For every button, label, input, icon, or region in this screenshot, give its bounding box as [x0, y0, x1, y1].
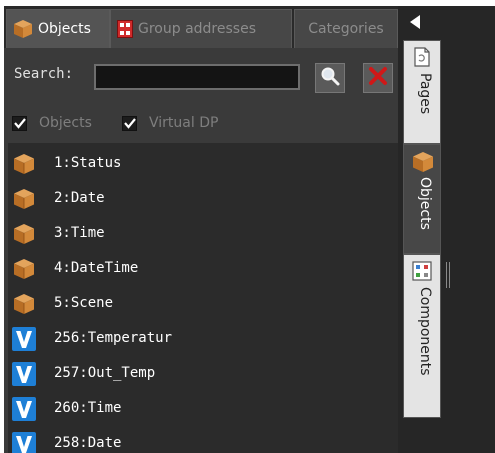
- list-item[interactable]: 258:Date: [8, 427, 398, 453]
- collapse-arrow-icon[interactable]: [408, 14, 422, 34]
- object-cube-icon: [12, 152, 36, 176]
- list-item[interactable]: 260:Time: [8, 392, 398, 426]
- list-item-label: 2:Date: [54, 190, 105, 206]
- app-root: Objects Group addresses Categories Searc…: [0, 0, 495, 453]
- side-tab-pages-label: Pages: [417, 73, 433, 115]
- clear-search-button[interactable]: [363, 63, 393, 93]
- list-item[interactable]: 1:Status: [8, 147, 398, 181]
- virtual-dp-filter-checkbox[interactable]: [122, 116, 137, 131]
- virtual-dp-icon: [12, 362, 36, 386]
- checkmark-icon: [13, 114, 26, 133]
- virtual-dp-filter-label: Virtual DP: [149, 115, 219, 131]
- checkmark-icon: [123, 114, 136, 133]
- tab-objects-label: Objects: [38, 21, 91, 37]
- list-item[interactable]: 3:Time: [8, 217, 398, 251]
- list-item-label: 4:DateTime: [54, 260, 139, 276]
- list-item[interactable]: 257:Out_Temp: [8, 357, 398, 391]
- object-cube-icon: [12, 257, 36, 281]
- list-item-label: 257:Out_Temp: [54, 365, 156, 381]
- tab-group-addresses-label: Group addresses: [138, 21, 256, 37]
- list-item[interactable]: 4:DateTime: [8, 252, 398, 286]
- search-button[interactable]: [315, 63, 345, 93]
- list-item-label: 258:Date: [54, 435, 122, 451]
- side-tab-components-label: Components: [417, 287, 433, 376]
- object-list: 1:Status 2:Date 3:Time 4:DateTime 5:Scen…: [8, 143, 398, 453]
- list-item-label: 260:Time: [54, 400, 122, 416]
- tab-categories-label: Categories: [308, 21, 384, 37]
- side-tab-objects-label: Objects: [417, 177, 433, 230]
- list-item-label: 1:Status: [54, 155, 122, 171]
- virtual-dp-icon: [12, 397, 36, 421]
- objects-panel: Objects Group addresses Categories Searc…: [4, 6, 398, 453]
- virtual-dp-icon: [12, 432, 36, 453]
- list-item-label: 5:Scene: [54, 295, 114, 311]
- object-cube-icon: [12, 222, 36, 246]
- filter-row: Objects Virtual DP: [4, 104, 398, 142]
- side-tab-pages[interactable]: Pages: [403, 40, 441, 144]
- list-item[interactable]: 2:Date: [8, 182, 398, 216]
- cube-icon: [13, 19, 33, 39]
- search-input[interactable]: [94, 64, 300, 90]
- side-tab-components[interactable]: Components: [403, 254, 441, 418]
- search-label: Search:: [14, 66, 74, 82]
- group-address-icon: [117, 20, 133, 38]
- object-cube-icon: [12, 187, 36, 211]
- magnifier-icon: [320, 66, 340, 90]
- tab-categories[interactable]: Categories: [294, 9, 398, 48]
- objects-filter-checkbox[interactable]: [12, 116, 27, 131]
- virtual-dp-icon: [12, 327, 36, 351]
- red-x-icon: [368, 66, 388, 90]
- object-cube-icon: [12, 292, 36, 316]
- cube-icon: [412, 151, 434, 177]
- list-item-label: 256:Temperatur: [54, 330, 173, 346]
- list-item[interactable]: 256:Temperatur: [8, 322, 398, 356]
- list-item[interactable]: 5:Scene: [8, 287, 398, 321]
- page-icon: [412, 47, 432, 71]
- tab-objects[interactable]: Objects: [6, 9, 110, 48]
- list-item-label: 3:Time: [54, 225, 105, 241]
- panel-tabs: Objects Group addresses Categories: [4, 6, 398, 48]
- tab-group-addresses[interactable]: Group addresses: [110, 9, 292, 48]
- side-tab-objects[interactable]: Objects: [403, 144, 441, 254]
- search-row: Search:: [4, 48, 398, 104]
- objects-filter-label: Objects: [39, 115, 92, 131]
- components-grid-icon: [412, 261, 432, 285]
- splitter-handle[interactable]: [446, 262, 452, 288]
